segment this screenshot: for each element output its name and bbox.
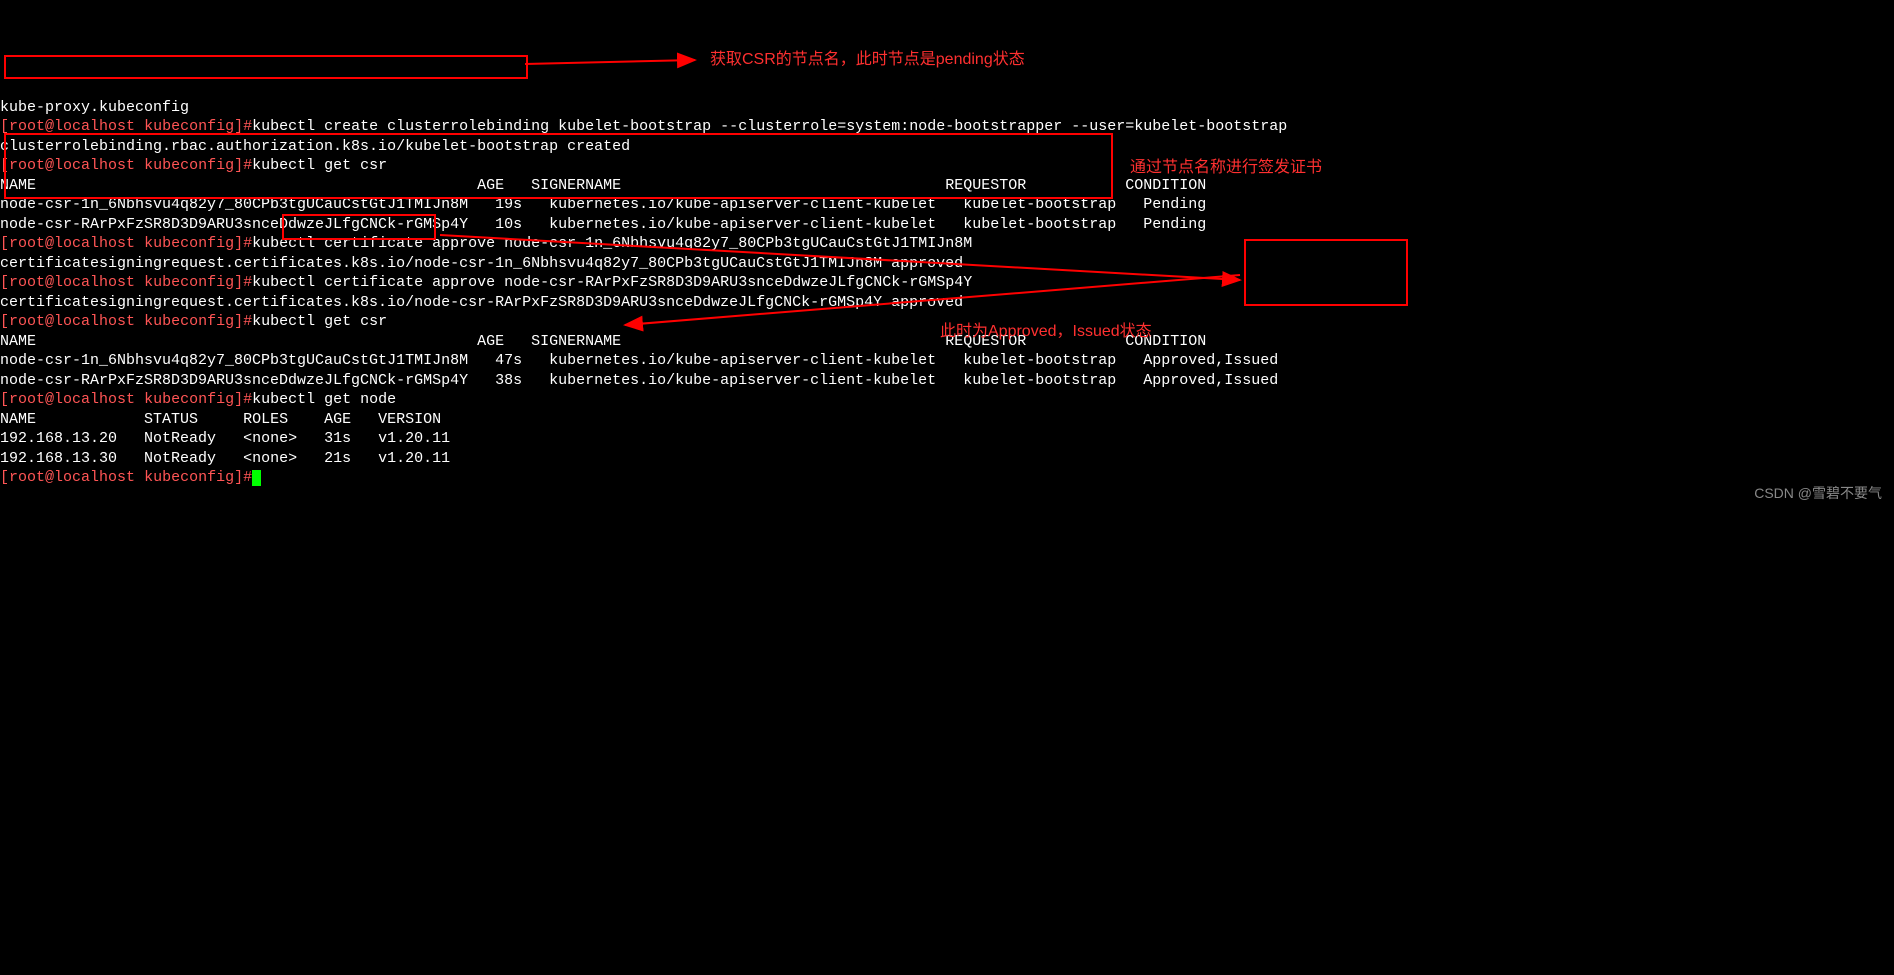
- csr-row: node-csr-RArPxFzSR8D3D9ARU3snceDdwzeJLfg…: [0, 372, 1278, 389]
- annotation: 通过节点名称进行签发证书: [1130, 158, 1322, 179]
- csr-header: NAME AGE SIGNERNAME REQUESTOR CONDITION: [0, 177, 1206, 194]
- command-create-crb: kubectl create clusterrolebinding kubele…: [252, 118, 1287, 135]
- highlight-box: [4, 55, 528, 79]
- csr-row: node-csr-1n_6Nbhsvu4q82y7_80CPb3tgUCauCs…: [0, 196, 1206, 213]
- prompt: [: [0, 118, 9, 135]
- command-get-csr-2: kubectl get csr: [252, 313, 387, 330]
- prompt: [: [0, 391, 9, 408]
- prompt: [: [0, 235, 9, 252]
- output-line: certificatesigningrequest.certificates.k…: [0, 255, 963, 272]
- prompt: [: [0, 274, 9, 291]
- prompt: [: [0, 313, 9, 330]
- node-header: NAME STATUS ROLES AGE VERSION: [0, 411, 441, 428]
- partial-top-line: kube-proxy.kubeconfig: [0, 99, 189, 116]
- arrow-icon: [525, 52, 705, 72]
- output-line: certificatesigningrequest.certificates.k…: [0, 294, 963, 311]
- node-row: 192.168.13.30 NotReady <none> 21s v1.20.…: [0, 450, 450, 467]
- annotation: 此时为Approved，Issued状态: [940, 322, 1152, 343]
- csr-row: node-csr-1n_6Nbhsvu4q82y7_80CPb3tgUCauCs…: [0, 352, 1278, 369]
- command-approve-2: kubectl certificate approve node-csr-RAr…: [252, 274, 972, 291]
- node-row: 192.168.13.20 NotReady <none> 31s v1.20.…: [0, 430, 450, 447]
- prompt: [: [0, 469, 9, 486]
- command-get-csr: kubectl get csr: [252, 157, 387, 174]
- command-get-node: kubectl get node: [252, 391, 396, 408]
- command-approve-1: kubectl certificate approve node-csr-1n_…: [252, 235, 972, 252]
- annotation: 获取CSR的节点名，此时节点是pending状态: [710, 50, 1025, 71]
- terminal-output: kube-proxy.kubeconfig [root@localhost ku…: [0, 78, 1894, 488]
- output-line: clusterrolebinding.rbac.authorization.k8…: [0, 138, 630, 155]
- cursor[interactable]: [252, 470, 261, 486]
- watermark: CSDN @雪碧不要气: [1754, 484, 1882, 502]
- csr-row: node-csr-RArPxFzSR8D3D9ARU3snceDdwzeJLfg…: [0, 216, 1206, 233]
- prompt: [: [0, 157, 9, 174]
